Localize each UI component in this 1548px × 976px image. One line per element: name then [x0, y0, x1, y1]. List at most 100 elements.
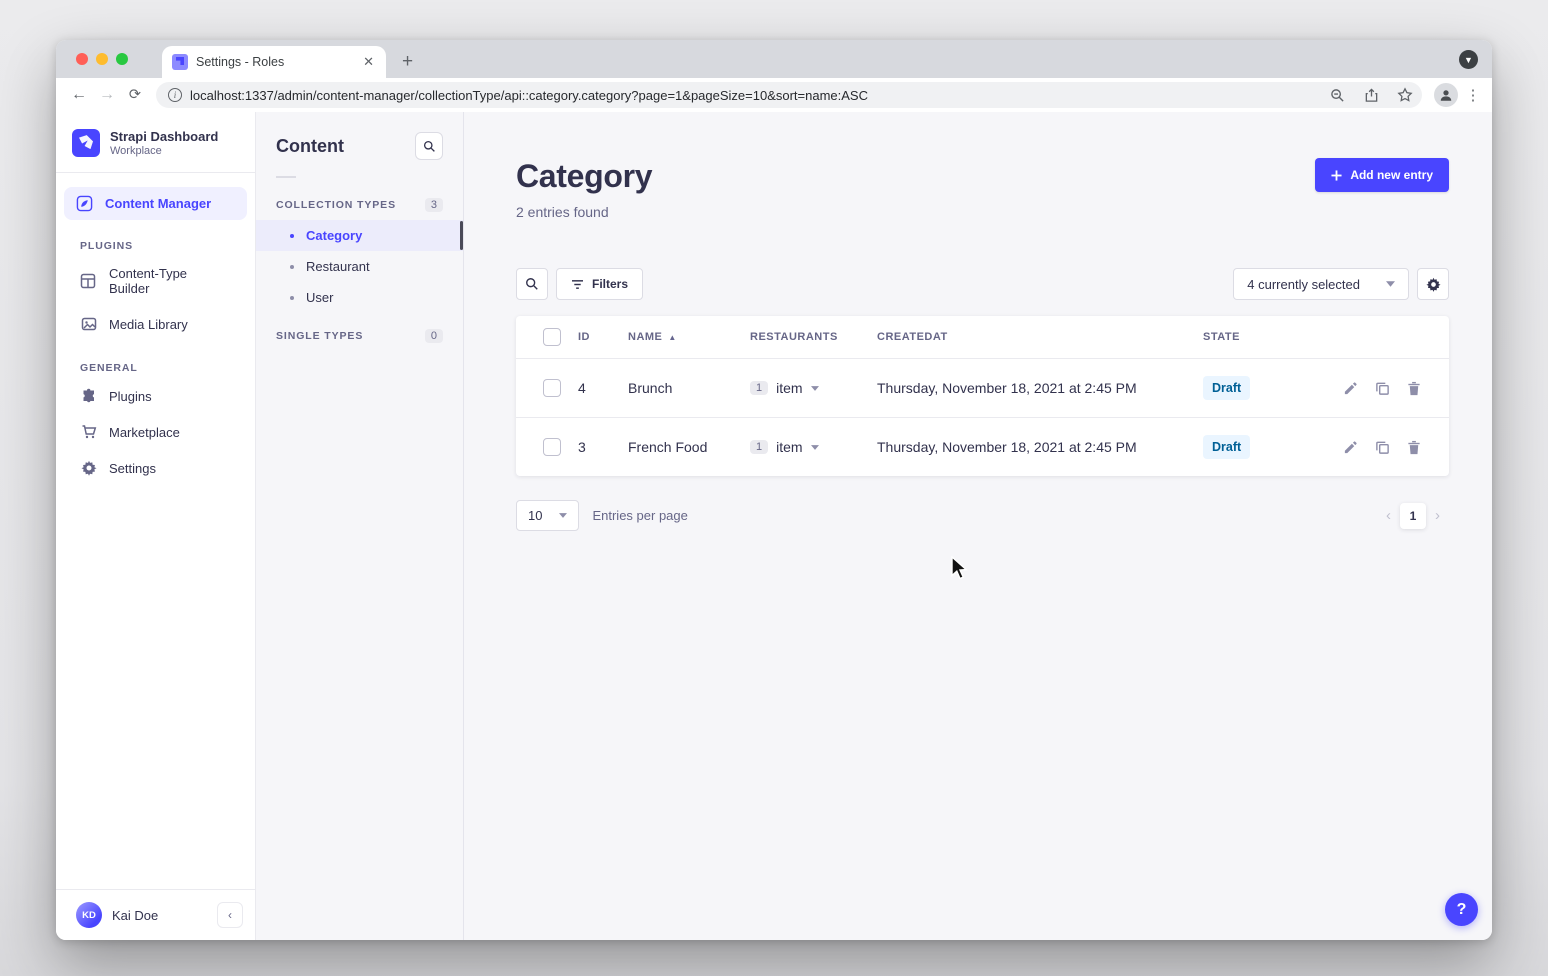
single-types-header: SINGLE TYPES 0	[256, 313, 463, 351]
state-badge: Draft	[1203, 376, 1250, 400]
gear-icon	[80, 460, 97, 476]
row-checkbox[interactable]	[543, 379, 561, 397]
single-types-count-badge: 0	[425, 329, 443, 343]
close-window-button[interactable]	[76, 53, 88, 65]
edit-icon[interactable]	[1343, 381, 1358, 396]
subnav-item-label: Restaurant	[306, 259, 370, 274]
share-icon[interactable]	[1358, 88, 1384, 103]
address-bar[interactable]: i localhost:1337/admin/content-manager/c…	[156, 82, 1422, 108]
current-page-button[interactable]: 1	[1400, 503, 1426, 529]
subnav-item-restaurant[interactable]: Restaurant	[256, 251, 463, 282]
subnav-search-button[interactable]	[415, 132, 443, 160]
select-all-checkbox[interactable]	[543, 328, 561, 346]
chevron-down-icon[interactable]	[811, 386, 819, 391]
relation-count-badge: 1	[750, 381, 768, 395]
sidebar-item-label: Settings	[109, 461, 156, 476]
brand: Strapi Dashboard Workplace	[56, 112, 255, 173]
filter-icon	[571, 279, 584, 290]
page-size-dropdown[interactable]: 10	[516, 500, 579, 531]
table-row[interactable]: 4 Brunch 1 item Thursday, November 18, 2…	[516, 358, 1449, 417]
help-button[interactable]: ?	[1445, 893, 1478, 926]
row-checkbox[interactable]	[543, 438, 561, 456]
bookmark-star-icon[interactable]	[1392, 87, 1418, 103]
subnav-title: Content	[276, 136, 344, 157]
subnav-item-category[interactable]: Category	[256, 220, 463, 251]
browser-profile-avatar[interactable]	[1434, 83, 1458, 107]
feather-icon	[76, 195, 93, 212]
sidebar-item-content-type-builder[interactable]: Content-Type Builder	[56, 256, 255, 306]
bullet-icon	[290, 265, 294, 269]
strapi-logo	[72, 129, 100, 157]
tab-overflow-chevron-icon[interactable]: ▼	[1459, 50, 1478, 69]
sidebar-item-marketplace[interactable]: Marketplace	[56, 414, 255, 450]
duplicate-icon[interactable]	[1375, 440, 1390, 455]
search-icon	[525, 277, 539, 291]
cart-icon	[80, 424, 97, 440]
tab-strip: Settings - Roles ✕ + ▼	[56, 40, 1492, 78]
browser-window: Settings - Roles ✕ + ▼ ← → ⟳ i localhost…	[56, 40, 1492, 940]
next-page-icon[interactable]: ›	[1426, 507, 1449, 524]
minimize-window-button[interactable]	[96, 53, 108, 65]
sidebar-item-media-library[interactable]: Media Library	[56, 306, 255, 342]
table-search-button[interactable]	[516, 268, 548, 300]
browser-menu-icon[interactable]: ⋮	[1464, 86, 1482, 104]
main-content: Category 2 entries found Add new entry F…	[464, 112, 1492, 940]
collapse-sidebar-button[interactable]: ‹	[217, 902, 243, 928]
tab-close-icon[interactable]: ✕	[361, 54, 376, 70]
duplicate-icon[interactable]	[1375, 381, 1390, 396]
edit-icon[interactable]	[1343, 440, 1358, 455]
fields-selected-dropdown[interactable]: 4 currently selected	[1233, 268, 1409, 300]
site-info-icon[interactable]: i	[168, 88, 182, 102]
column-header-id[interactable]: ID	[578, 331, 628, 343]
filters-label: Filters	[592, 277, 628, 291]
puzzle-icon	[80, 388, 97, 404]
cell-name: Brunch	[628, 380, 750, 396]
image-icon	[80, 316, 97, 332]
chevron-down-icon[interactable]	[811, 445, 819, 450]
sidebar-item-settings[interactable]: Settings	[56, 450, 255, 486]
zoom-page-icon[interactable]	[1324, 88, 1350, 103]
sidebar-item-label: Plugins	[109, 389, 152, 404]
state-badge: Draft	[1203, 435, 1250, 459]
table-settings-button[interactable]	[1417, 268, 1449, 300]
strapi-favicon	[172, 54, 188, 70]
delete-icon[interactable]	[1407, 440, 1421, 455]
relation-label: item	[776, 439, 802, 455]
plugins-section-header: PLUGINS	[56, 220, 255, 256]
column-header-name[interactable]: NAME ▲	[628, 331, 750, 343]
maximize-window-button[interactable]	[116, 53, 128, 65]
add-new-entry-button[interactable]: Add new entry	[1315, 158, 1449, 192]
collection-types-count-badge: 3	[425, 198, 443, 212]
column-header-state[interactable]: STATE	[1203, 331, 1319, 343]
column-header-restaurants[interactable]: RESTAURANTS	[750, 331, 877, 343]
bullet-icon	[290, 234, 294, 238]
relation-count-badge: 1	[750, 440, 768, 454]
relation-label: item	[776, 380, 802, 396]
table-row[interactable]: 3 French Food 1 item Thursday, November …	[516, 417, 1449, 476]
gear-icon	[1426, 277, 1441, 292]
plus-icon	[1331, 170, 1342, 181]
previous-page-icon[interactable]: ‹	[1377, 507, 1400, 524]
strapi-app: Strapi Dashboard Workplace Content Manag…	[56, 112, 1492, 940]
table-header-row: ID NAME ▲ RESTAURANTS CREATEDAT STATE	[516, 316, 1449, 358]
delete-icon[interactable]	[1407, 381, 1421, 396]
filters-button[interactable]: Filters	[556, 268, 643, 300]
user-profile[interactable]: KD Kai Doe ‹	[56, 889, 255, 940]
sidebar-item-plugins[interactable]: Plugins	[56, 378, 255, 414]
forward-button[interactable]: →	[94, 86, 120, 104]
entries-count: 2 entries found	[516, 204, 652, 220]
browser-tab[interactable]: Settings - Roles ✕	[162, 46, 386, 78]
new-tab-button[interactable]: +	[402, 52, 413, 71]
add-new-entry-label: Add new entry	[1350, 168, 1433, 182]
subnav-item-user[interactable]: User	[256, 282, 463, 313]
fields-selected-value: 4 currently selected	[1247, 277, 1360, 292]
back-button[interactable]: ←	[66, 86, 92, 104]
cell-restaurants[interactable]: 1 item	[750, 380, 877, 396]
sidebar-item-content-manager[interactable]: Content Manager	[64, 187, 247, 220]
cell-createdat: Thursday, November 18, 2021 at 2:45 PM	[877, 380, 1203, 396]
column-header-createdat[interactable]: CREATEDAT	[877, 331, 1203, 343]
subnav-scrollbar[interactable]	[460, 221, 463, 250]
cell-restaurants[interactable]: 1 item	[750, 439, 877, 455]
reload-button[interactable]: ⟳	[122, 87, 148, 103]
sidebar-item-label: Content Manager	[105, 196, 211, 211]
